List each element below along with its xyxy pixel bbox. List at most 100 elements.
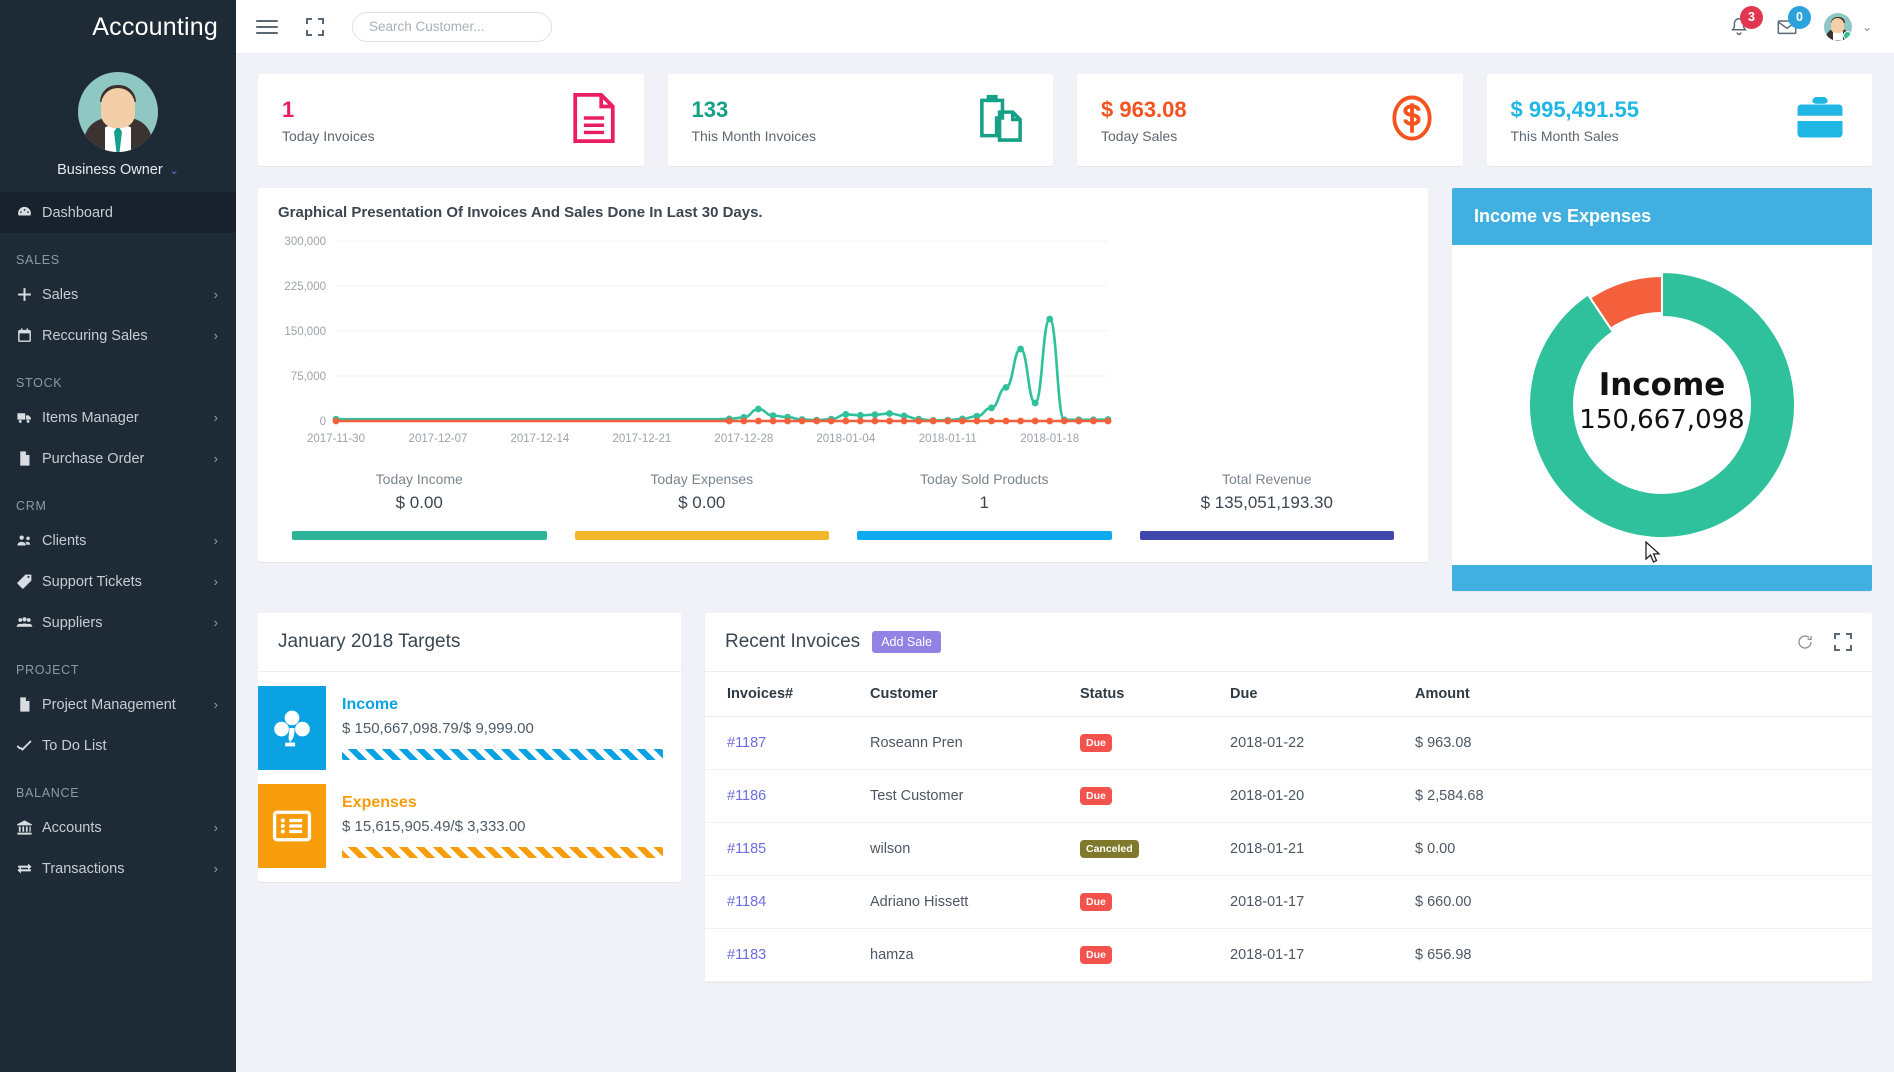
sidebar-item-transactions[interactable]: Transactions › bbox=[0, 848, 236, 889]
summary-value: $ 135,051,193.30 bbox=[1200, 493, 1333, 512]
line-chart: 0 75,000 150,000 225,000 300,000 2017-11-30 20… bbox=[278, 227, 1408, 457]
refresh-icon[interactable] bbox=[1796, 633, 1814, 651]
sidebar-profile[interactable]: Business Owner ⌄ bbox=[0, 54, 236, 192]
sales-chart-card: Graphical Presentation Of Invoices And S… bbox=[258, 188, 1428, 562]
invoice-link[interactable]: #1185 bbox=[727, 841, 766, 857]
chevron-right-icon: › bbox=[213, 574, 218, 589]
stat-value: $ 963.08 bbox=[1101, 97, 1187, 123]
targets-list: Income $ 150,667,098.79/$ 9,999.00 Expense… bbox=[258, 686, 681, 868]
list-box-icon bbox=[258, 784, 326, 868]
sidebar-item-support-tickets[interactable]: Support Tickets › bbox=[0, 561, 236, 602]
invoices-table: Invoices# Customer Status Due Amount #1187 Ro… bbox=[705, 672, 1872, 982]
sidebar-item-accounts[interactable]: Accounts › bbox=[0, 807, 236, 848]
bank-icon bbox=[16, 819, 42, 836]
sidebar-item-project-management[interactable]: Project Management › bbox=[0, 684, 236, 725]
status-badge: Canceled bbox=[1080, 840, 1139, 858]
svg-text:150,000: 150,000 bbox=[284, 326, 326, 338]
invoice-link[interactable]: #1187 bbox=[727, 735, 766, 751]
recent-invoices-card: Recent Invoices Add Sale Invoices# Custom… bbox=[705, 613, 1872, 982]
donut-body[interactable]: Income 150,667,098 bbox=[1452, 245, 1872, 565]
avatar bbox=[78, 72, 158, 152]
chevron-right-icon: › bbox=[213, 451, 218, 466]
user-avatar[interactable] bbox=[1823, 12, 1852, 41]
svg-text:2018-01-11: 2018-01-11 bbox=[919, 433, 977, 445]
customer-cell: Roseann Pren bbox=[870, 716, 1080, 770]
stat-label: Today Invoices bbox=[282, 127, 375, 144]
stat-card-this-month-invoices[interactable]: 133 This Month Invoices bbox=[667, 74, 1053, 166]
chevron-right-icon: › bbox=[213, 697, 218, 712]
invoices-table-body: #1187 Roseann Pren Due 2018-01-22 $ 963.08 #1… bbox=[705, 716, 1872, 982]
chevron-right-icon: › bbox=[213, 861, 218, 876]
sidebar-item-label: Transactions bbox=[42, 860, 125, 877]
sidebar-item-reccuring-sales[interactable]: Reccuring Sales › bbox=[0, 315, 236, 356]
notifications-button[interactable]: 3 bbox=[1728, 5, 1763, 38]
stat-card-today-sales[interactable]: $ 963.08 Today Sales bbox=[1077, 74, 1463, 166]
chevron-right-icon: › bbox=[213, 287, 218, 302]
sidebar-item-to-do-list[interactable]: To Do List bbox=[0, 725, 236, 766]
sidebar-heading-balance: BALANCE bbox=[16, 786, 80, 800]
targets-title: January 2018 Targets bbox=[258, 613, 681, 672]
target-progress-bar bbox=[342, 749, 663, 760]
summary-bar bbox=[292, 531, 547, 540]
sidebar-item-suppliers[interactable]: Suppliers › bbox=[0, 602, 236, 643]
chevron-down-icon: ⌄ bbox=[169, 164, 179, 177]
user-menu-chevron-icon[interactable]: ⌄ bbox=[1862, 20, 1872, 34]
summary-label: Today Expenses bbox=[650, 471, 754, 487]
svg-text:0: 0 bbox=[320, 416, 326, 428]
summary-label: Today Sold Products bbox=[920, 471, 1049, 487]
status-badge: Due bbox=[1080, 734, 1112, 752]
fullscreen-icon[interactable] bbox=[306, 17, 324, 36]
svg-text:225,000: 225,000 bbox=[284, 281, 326, 293]
table-row: #1185 wilson Canceled 2018-01-21 $ 0.00 bbox=[705, 822, 1872, 876]
sidebar-item-clients[interactable]: Clients › bbox=[0, 520, 236, 561]
profile-name-row[interactable]: Business Owner ⌄ bbox=[57, 162, 179, 178]
invoice-link[interactable]: #1184 bbox=[727, 894, 766, 910]
invoice-link[interactable]: #1186 bbox=[727, 788, 766, 804]
summary-today-expenses: Today Expenses $ 0.00 bbox=[561, 471, 844, 540]
sidebar-nav: Dashboard SALES Sales › Reccuring Sales › STOC… bbox=[0, 192, 236, 889]
chevron-right-icon: › bbox=[213, 410, 218, 425]
column-header-due: Due bbox=[1230, 672, 1415, 717]
svg-text:300,000: 300,000 bbox=[284, 236, 326, 248]
target-progress-bar bbox=[342, 847, 663, 858]
sidebar-item-label: Purchase Order bbox=[42, 450, 145, 467]
sidebar-item-purchase-order[interactable]: Purchase Order › bbox=[0, 438, 236, 479]
chevron-right-icon: › bbox=[213, 328, 218, 343]
sidebar-item-label: Sales bbox=[42, 286, 79, 303]
income-vs-expenses-card: Income vs Expenses Income 150,667,098 bbox=[1452, 188, 1872, 591]
sidebar-item-dashboard[interactable]: Dashboard bbox=[0, 192, 236, 233]
chevron-right-icon: › bbox=[213, 615, 218, 630]
sidebar-item-sales[interactable]: Sales › bbox=[0, 274, 236, 315]
sidebar-item-items-manager[interactable]: Items Manager › bbox=[0, 397, 236, 438]
table-row: #1187 Roseann Pren Due 2018-01-22 $ 963.08 bbox=[705, 716, 1872, 770]
brand: Accounting bbox=[0, 0, 236, 54]
users-icon bbox=[16, 532, 42, 549]
search-input[interactable] bbox=[352, 11, 552, 42]
status-badge: Due bbox=[1080, 946, 1112, 964]
stat-card-this-month-sales[interactable]: $ 995,491.55 This Month Sales bbox=[1486, 74, 1872, 166]
amount-cell: $ 963.08 bbox=[1415, 716, 1872, 770]
chart-summary-row: Today Income $ 0.00 Today Expenses $ 0.00 To… bbox=[278, 471, 1408, 554]
stat-card-today-invoices[interactable]: 1 Today Invoices bbox=[258, 74, 644, 166]
add-sale-button[interactable]: Add Sale bbox=[872, 631, 941, 653]
club-icon bbox=[258, 686, 326, 770]
menu-toggle-icon[interactable] bbox=[256, 16, 278, 38]
target-name: Expenses bbox=[342, 794, 417, 811]
column-header-customer: Customer bbox=[870, 672, 1080, 717]
sidebar: Accounting Business Owner ⌄ Dashboard SAL… bbox=[0, 0, 236, 1072]
svg-text:2018-01-04: 2018-01-04 bbox=[816, 433, 875, 445]
status-cell: Canceled bbox=[1080, 822, 1230, 876]
stat-value: 1 bbox=[282, 97, 295, 123]
messages-badge: 0 bbox=[1787, 5, 1811, 29]
invoice-link[interactable]: #1183 bbox=[727, 947, 766, 963]
amount-cell: $ 660.00 bbox=[1415, 875, 1872, 929]
messages-button[interactable]: 0 bbox=[1776, 5, 1811, 38]
invoices-tools bbox=[1796, 633, 1852, 651]
sidebar-item-label: Suppliers bbox=[42, 614, 103, 631]
stat-label: This Month Invoices bbox=[691, 127, 817, 144]
column-header-invoices: Invoices# bbox=[705, 672, 870, 717]
chart-title: Graphical Presentation Of Invoices And S… bbox=[278, 204, 763, 221]
sidebar-heading-stock: STOCK bbox=[16, 376, 63, 390]
svg-text:2017-11-30: 2017-11-30 bbox=[307, 433, 365, 445]
expand-icon[interactable] bbox=[1834, 633, 1852, 651]
